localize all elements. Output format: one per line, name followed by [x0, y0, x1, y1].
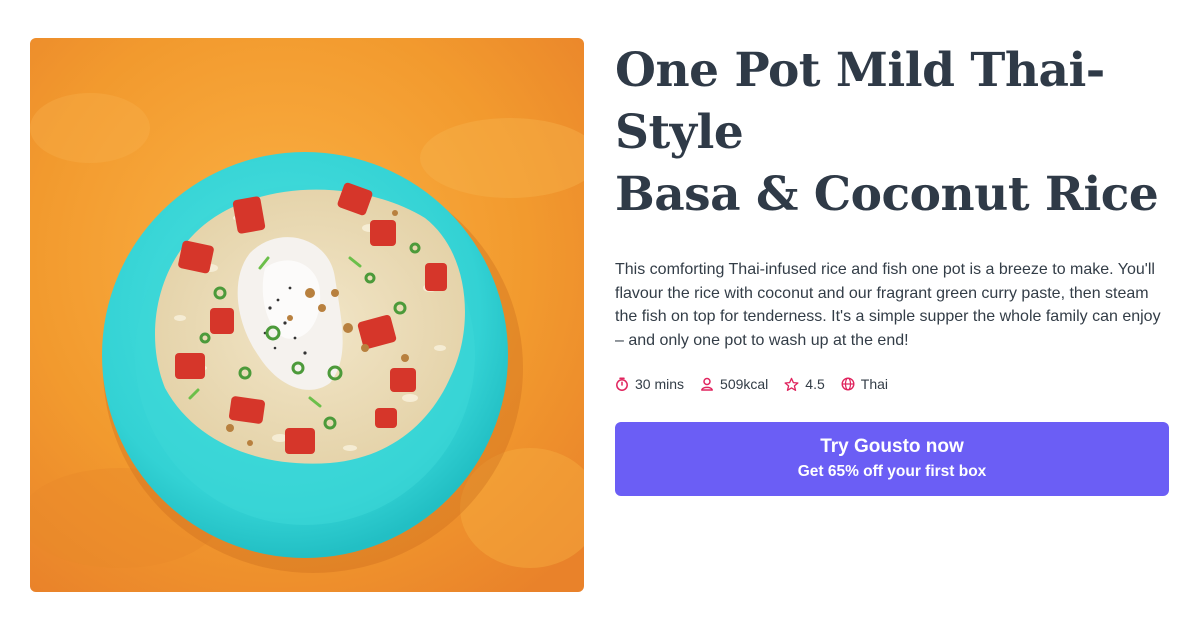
meta-rating: 4.5: [784, 376, 825, 392]
recipe-details: One Pot Mild Thai-Style Basa & Coconut R…: [615, 40, 1170, 496]
title-line-1: One Pot Mild Thai-Style: [615, 43, 1105, 160]
try-gousto-button[interactable]: Try Gousto now Get 65% off your first bo…: [615, 422, 1169, 496]
cta-subtitle: Get 65% off your first box: [797, 463, 987, 480]
meta-rating-label: 4.5: [805, 376, 825, 392]
meta-calories-label: 509kcal: [720, 376, 769, 392]
meta-cuisine-label: Thai: [860, 376, 888, 392]
title-line-2: Basa & Coconut Rice: [615, 167, 1159, 222]
page-title: One Pot Mild Thai-Style Basa & Coconut R…: [615, 40, 1170, 226]
meta-calories: 509kcal: [700, 376, 768, 392]
recipe-description: This comforting Thai-infused rice and fi…: [615, 261, 1161, 349]
meta-cuisine: Thai: [841, 376, 888, 392]
timer-icon: [616, 377, 628, 391]
star-icon: [784, 377, 799, 391]
person-icon: [701, 377, 713, 391]
globe-icon: [841, 377, 855, 391]
meta-time-label: 30 mins: [635, 376, 685, 392]
cta-title: Try Gousto now: [820, 436, 964, 457]
recipe-photo: [30, 38, 584, 592]
recipe-meta: 30 mins 509kcal 4.5 Thai: [615, 376, 1170, 392]
meta-time: 30 mins: [615, 376, 684, 392]
